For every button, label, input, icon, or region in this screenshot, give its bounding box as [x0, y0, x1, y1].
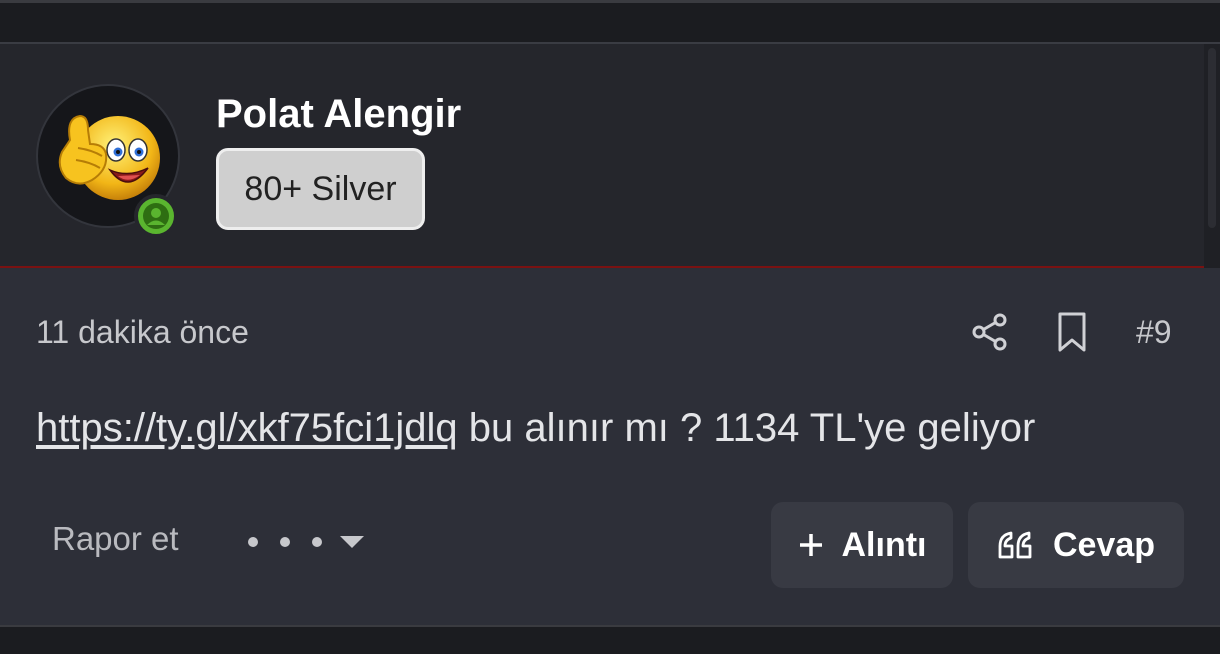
dot-icon: [312, 537, 322, 547]
bottom-strip: [0, 625, 1220, 654]
post-time[interactable]: 11 dakika önce: [36, 314, 249, 351]
bookmark-icon: [1058, 312, 1086, 352]
reply-button-label: Cevap: [1052, 525, 1156, 564]
rank-badge: 80+ Silver: [216, 148, 425, 230]
quote-button-label: Alıntı: [841, 525, 927, 564]
username[interactable]: Polat Alengir: [216, 92, 461, 137]
report-link[interactable]: Rapor et: [52, 520, 179, 558]
caret-down-icon: [340, 536, 364, 548]
dot-icon: [280, 537, 290, 547]
reply-button[interactable]: Cevap: [968, 502, 1184, 588]
share-button[interactable]: [970, 312, 1010, 352]
plus-icon: [799, 534, 822, 556]
post-container: Polat Alengir 80+ Silver 11 dakika önce …: [0, 42, 1220, 625]
more-options-button[interactable]: [248, 522, 388, 562]
user-header: Polat Alengir 80+ Silver: [0, 44, 1220, 268]
post-text: bu alınır mı ? 1134 TL'ye geliyor: [457, 406, 1036, 450]
scrollbar-track[interactable]: [1204, 44, 1220, 268]
scrollbar-thumb[interactable]: [1208, 48, 1216, 228]
avatar[interactable]: [36, 84, 180, 238]
share-icon: [972, 313, 1007, 351]
bookmark-button[interactable]: [1052, 310, 1092, 354]
quote-icon: [998, 531, 1032, 559]
top-strip: [0, 0, 1220, 42]
dot-icon: [248, 537, 258, 547]
quote-button[interactable]: Alıntı: [771, 502, 953, 588]
post-number[interactable]: #9: [1136, 314, 1172, 351]
post-link[interactable]: https://ty.gl/xkf75fci1jdlq: [36, 406, 458, 450]
user-online-icon: [143, 203, 169, 229]
online-status-badge: [134, 194, 178, 238]
post-body: https://ty.gl/xkf75fci1jdlq bu alınır mı…: [36, 406, 1035, 451]
